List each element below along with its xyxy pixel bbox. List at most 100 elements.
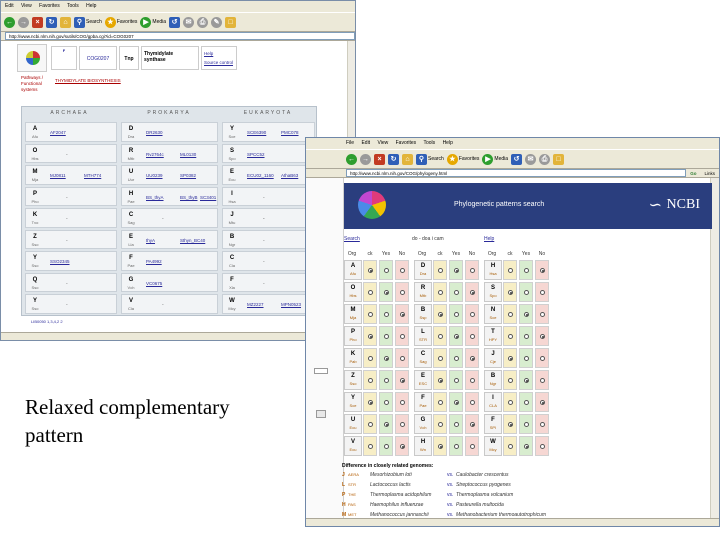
pattern-radio[interactable] bbox=[508, 312, 513, 317]
address-input[interactable]: http://www.ncbi.nlm.nih.gov/COG/phylogen… bbox=[346, 169, 687, 177]
mail-icon[interactable]: ✉ bbox=[525, 153, 537, 165]
cog-id[interactable]: COG0207 bbox=[79, 46, 117, 70]
menu-favorites[interactable]: Favorites bbox=[396, 140, 417, 146]
gene-link[interactable]: SP0382 bbox=[180, 173, 196, 178]
pattern-radio[interactable] bbox=[524, 400, 529, 405]
folder-icon[interactable]: □ bbox=[553, 153, 565, 165]
pattern-radio[interactable] bbox=[438, 356, 443, 361]
gene-link[interactable]: PA4992 bbox=[146, 259, 162, 264]
go-button[interactable]: Go bbox=[690, 169, 700, 177]
gene-link[interactable]: AF2047 bbox=[50, 130, 66, 135]
print-icon[interactable]: ⎙ bbox=[197, 16, 209, 28]
scrollbar-window2[interactable] bbox=[710, 178, 719, 518]
pattern-radio[interactable] bbox=[384, 422, 389, 427]
gene-link[interactable]: MJ0811 bbox=[50, 173, 66, 178]
pattern-radio[interactable] bbox=[438, 422, 443, 427]
gene-link[interactable]: PMC078 bbox=[281, 130, 299, 135]
print-icon[interactable]: ⎙ bbox=[539, 153, 551, 165]
favorites-button[interactable]: ★ Favorites bbox=[446, 153, 479, 165]
gene-link[interactable]: BS_thyA bbox=[146, 195, 164, 200]
gene-link[interactable]: Sthyn_BC40 bbox=[180, 238, 205, 243]
help-link[interactable]: Help bbox=[484, 236, 494, 242]
pattern-radio[interactable] bbox=[508, 290, 513, 295]
refresh-icon[interactable]: ↻ bbox=[46, 16, 57, 28]
menu-view[interactable]: View bbox=[377, 140, 388, 146]
pattern-radio[interactable] bbox=[384, 444, 389, 449]
pattern-radio[interactable] bbox=[454, 268, 459, 273]
pattern-radio[interactable] bbox=[540, 422, 545, 427]
pattern-radio[interactable] bbox=[540, 312, 545, 317]
pattern-radio[interactable] bbox=[508, 400, 513, 405]
home-icon[interactable]: ⌂ bbox=[60, 16, 71, 28]
gene-link[interactable]: ML0130 bbox=[180, 152, 196, 157]
refresh-icon[interactable]: ↻ bbox=[388, 153, 399, 165]
menu-tools[interactable]: Tools bbox=[67, 3, 79, 9]
pattern-radio[interactable] bbox=[454, 356, 459, 361]
pattern-radio[interactable] bbox=[470, 312, 475, 317]
pattern-radio[interactable] bbox=[470, 400, 475, 405]
pattern-radio[interactable] bbox=[438, 290, 443, 295]
pattern-radio[interactable] bbox=[540, 400, 545, 405]
pattern-radio[interactable] bbox=[368, 400, 373, 405]
gene-link[interactable]: MZ2227 bbox=[247, 302, 264, 307]
pattern-radio[interactable] bbox=[524, 378, 529, 383]
pattern-radio[interactable] bbox=[454, 422, 459, 427]
pattern-radio[interactable] bbox=[524, 312, 529, 317]
gene-link[interactable]: UU0239 bbox=[146, 173, 163, 178]
pattern-radio[interactable] bbox=[384, 334, 389, 339]
pattern-radio[interactable] bbox=[524, 356, 529, 361]
pattern-radio[interactable] bbox=[384, 290, 389, 295]
menu-view[interactable]: View bbox=[21, 3, 32, 9]
pattern-radio[interactable] bbox=[400, 356, 405, 361]
gene-link[interactable]: SPCC52 bbox=[247, 152, 265, 157]
pattern-radio[interactable] bbox=[470, 334, 475, 339]
gene-link[interactable]: SCE6390 bbox=[247, 130, 266, 135]
pattern-radio[interactable] bbox=[540, 290, 545, 295]
pattern-radio[interactable] bbox=[454, 378, 459, 383]
mail-icon[interactable]: ✉ bbox=[183, 16, 195, 28]
gene-link[interactable]: thyA bbox=[146, 238, 155, 243]
pattern-radio[interactable] bbox=[368, 422, 373, 427]
pattern-radio[interactable] bbox=[454, 290, 459, 295]
pattern-radio[interactable] bbox=[454, 400, 459, 405]
menu-help[interactable]: Help bbox=[86, 3, 96, 9]
history-icon[interactable]: ↺ bbox=[511, 153, 523, 165]
pattern-radio[interactable] bbox=[454, 334, 459, 339]
search-button[interactable]: ⚲ Search bbox=[74, 16, 102, 28]
address-input[interactable]: http://www.ncbi.nlm.nih.gov/sutils/COG/g… bbox=[5, 32, 355, 40]
folder-icon[interactable]: □ bbox=[225, 16, 237, 28]
pattern-radio[interactable] bbox=[524, 422, 529, 427]
gene-link[interactable]: SSO2345 bbox=[50, 259, 70, 264]
pattern-radio[interactable] bbox=[540, 334, 545, 339]
pattern-radio[interactable] bbox=[470, 422, 475, 427]
source-control-link[interactable]: Source control bbox=[204, 58, 234, 67]
pattern-radio[interactable] bbox=[438, 378, 443, 383]
pattern-radio[interactable] bbox=[438, 444, 443, 449]
menu-edit[interactable]: Edit bbox=[361, 140, 370, 146]
gene-link[interactable]: AthaB63 bbox=[281, 173, 298, 178]
pattern-radio[interactable] bbox=[400, 334, 405, 339]
pattern-radio[interactable] bbox=[540, 378, 545, 383]
gene-link[interactable]: VC0675 bbox=[146, 281, 162, 286]
pattern-radio[interactable] bbox=[438, 312, 443, 317]
pattern-radio[interactable] bbox=[368, 444, 373, 449]
pattern-radio[interactable] bbox=[384, 312, 389, 317]
forward-icon[interactable]: → bbox=[18, 16, 29, 28]
pattern-radio[interactable] bbox=[508, 334, 513, 339]
search-submit-button[interactable]: Search bbox=[344, 236, 360, 242]
pattern-radio[interactable] bbox=[540, 268, 545, 273]
pattern-radio[interactable] bbox=[454, 312, 459, 317]
gene-link[interactable]: MTH774 bbox=[84, 173, 101, 178]
menu-edit[interactable]: Edit bbox=[5, 3, 14, 9]
pattern-radio[interactable] bbox=[524, 444, 529, 449]
pattern-radio[interactable] bbox=[400, 378, 405, 383]
pattern-radio[interactable] bbox=[438, 334, 443, 339]
pattern-radio[interactable] bbox=[524, 334, 529, 339]
pattern-radio[interactable] bbox=[524, 268, 529, 273]
forward-icon[interactable]: → bbox=[360, 153, 371, 165]
gene-link[interactable]: BS_thyB bbox=[180, 195, 198, 200]
pattern-radio[interactable] bbox=[384, 268, 389, 273]
stop-icon[interactable]: × bbox=[32, 16, 43, 28]
pattern-radio[interactable] bbox=[400, 422, 405, 427]
pattern-radio[interactable] bbox=[400, 290, 405, 295]
